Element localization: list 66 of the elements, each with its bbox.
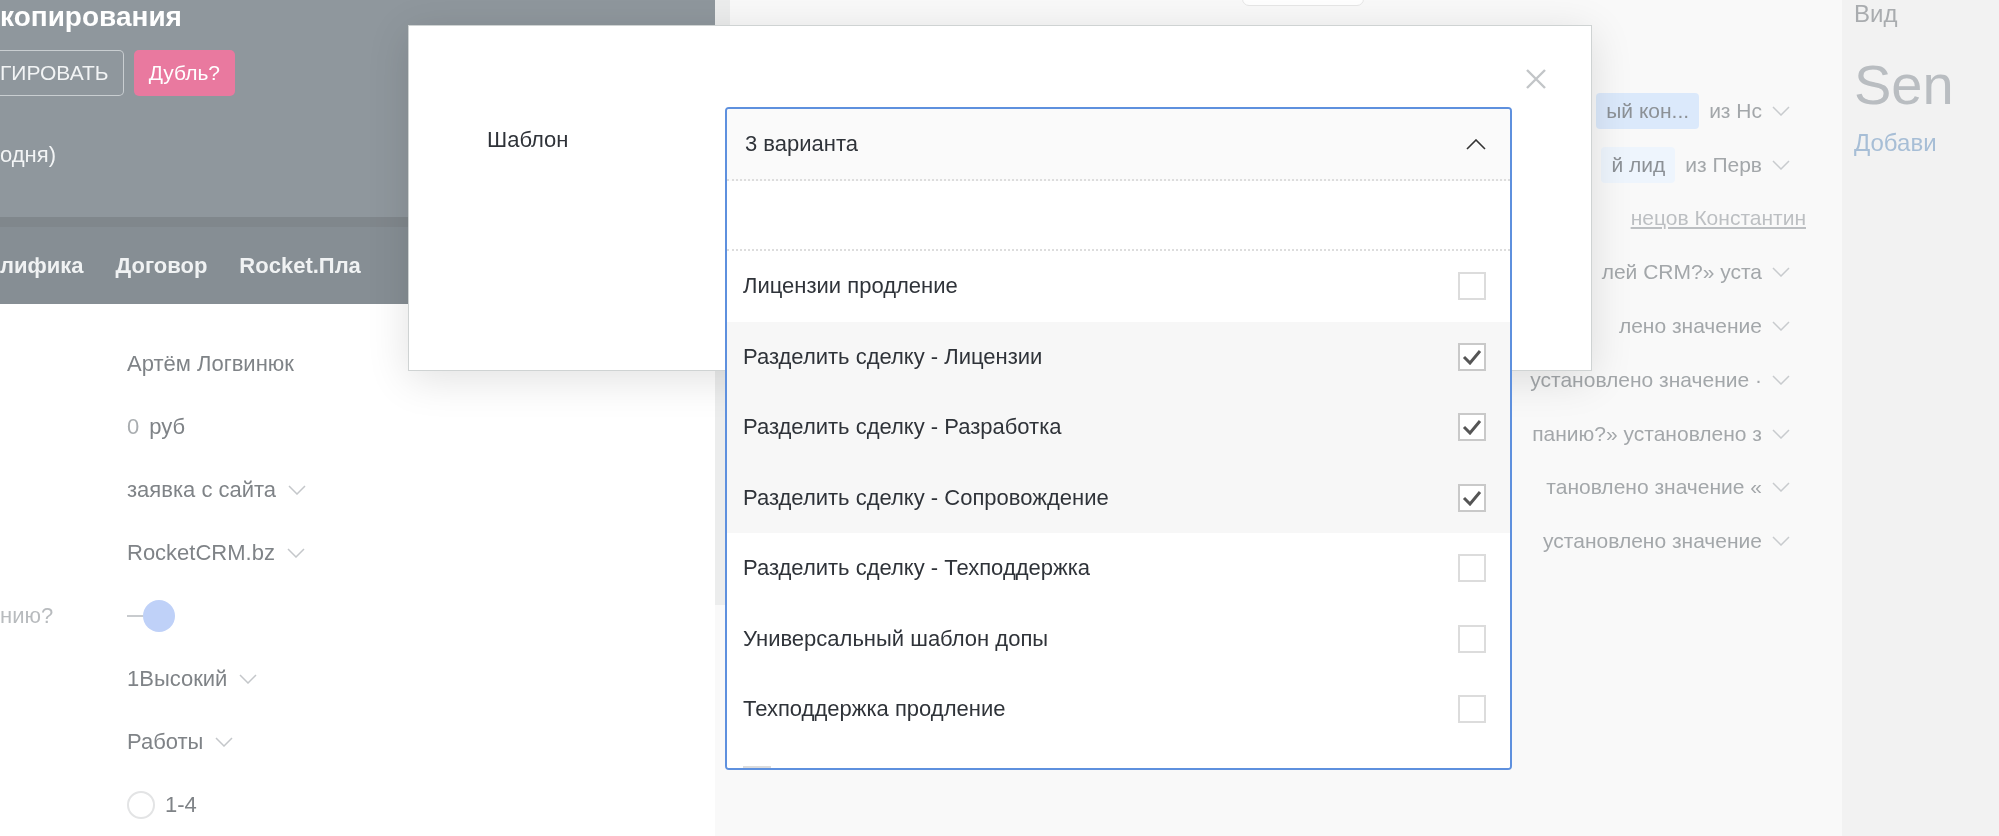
option-label: Техподдержка продление (743, 696, 1006, 723)
option-label: Разделить сделку - Разработка (743, 414, 1062, 441)
chevron-down-icon[interactable] (1772, 482, 1790, 493)
field-label: Шаблон (487, 127, 569, 153)
select-value[interactable]: 1Высокий (127, 665, 228, 692)
option-label: Разделить сделку - Сопровождение (743, 484, 1109, 511)
chevron-down-icon (288, 484, 307, 495)
checkbox[interactable] (1458, 272, 1486, 301)
chevron-up-icon (1466, 138, 1486, 150)
chevron-down-icon (286, 547, 305, 558)
option-label: Разделить сделку - Лицензии (743, 343, 1043, 370)
activity-text: установлено значение · (1530, 367, 1762, 392)
field-label: нию? (0, 602, 54, 629)
select-field[interactable]: 3 варианта (727, 109, 1510, 181)
activity-text: лей CRM?» уста (1601, 260, 1762, 285)
checkmark-icon (1462, 489, 1482, 506)
chevron-down-icon (215, 736, 234, 747)
option-label: Лицензии продление (743, 273, 958, 300)
chevron-down-icon[interactable] (1772, 267, 1790, 278)
checkbox[interactable] (1458, 624, 1486, 653)
toggle-switch[interactable] (127, 598, 175, 633)
chevron-down-icon[interactable] (1772, 321, 1790, 332)
activity-text: тановлено значение « (1546, 475, 1762, 500)
chevron-down-icon[interactable] (1772, 374, 1790, 385)
checkbox[interactable] (1458, 413, 1486, 442)
activity-text: из Перв (1685, 152, 1762, 177)
action-button[interactable]: ГИРОВАТЬ (0, 50, 124, 96)
tab[interactable]: Rocket.Пла (239, 252, 361, 279)
select-value[interactable]: заявка с сайта (127, 476, 277, 503)
duplicate-button[interactable]: Дубль? (133, 50, 236, 96)
option-label: Разделить сделку - Техподдержка (743, 555, 1091, 582)
close-icon[interactable] (1525, 68, 1547, 90)
option-label: Универсальный шаблон допы (743, 625, 1049, 652)
option-item[interactable]: Разделить сделку - Лицензии (727, 321, 1510, 392)
deal-title: копирования (0, 0, 183, 34)
amount-value: 0 (127, 413, 140, 440)
tab[interactable]: лифика (0, 252, 84, 279)
tag: й лид (1601, 146, 1676, 183)
panel-heading: Вид (1854, 0, 1899, 28)
checkbox[interactable] (1458, 483, 1486, 512)
option-item[interactable]: Разделить сделку - Сопровождение (727, 462, 1510, 533)
option-item[interactable]: Разделить сделку - Разработка (727, 392, 1510, 463)
activity-text: из Нс (1709, 98, 1762, 123)
activity-text: лено значение (1618, 314, 1762, 339)
checkmark-icon (1462, 419, 1482, 436)
checkbox[interactable] (1458, 554, 1486, 583)
panel-title: Sen (1854, 52, 1955, 117)
checkbox[interactable] (1458, 342, 1486, 371)
checkbox[interactable] (1458, 695, 1486, 724)
currency-label: руб (149, 413, 186, 440)
chevron-down-icon[interactable] (1772, 159, 1790, 170)
radio-button[interactable] (127, 790, 155, 819)
field-value: Артём Логвинюк (127, 350, 294, 377)
chevron-down-icon[interactable] (1772, 428, 1790, 439)
chevron-down-icon[interactable] (1772, 536, 1790, 547)
deal-subtitle: одня) (0, 142, 57, 168)
select-value[interactable]: RocketCRM.bz (127, 539, 275, 566)
chevron-down-icon (239, 673, 258, 684)
radio-label: 1-4 (165, 791, 197, 818)
activity-text: установлено значение (1543, 529, 1762, 554)
select-value[interactable]: Работы (127, 728, 204, 755)
checkmark-icon (1462, 348, 1482, 365)
tab[interactable]: Договор (115, 252, 208, 279)
activity-text: панию?» установлено з (1532, 421, 1762, 446)
chevron-down-icon[interactable] (1772, 105, 1790, 116)
tag: ый кон... (1596, 92, 1700, 129)
